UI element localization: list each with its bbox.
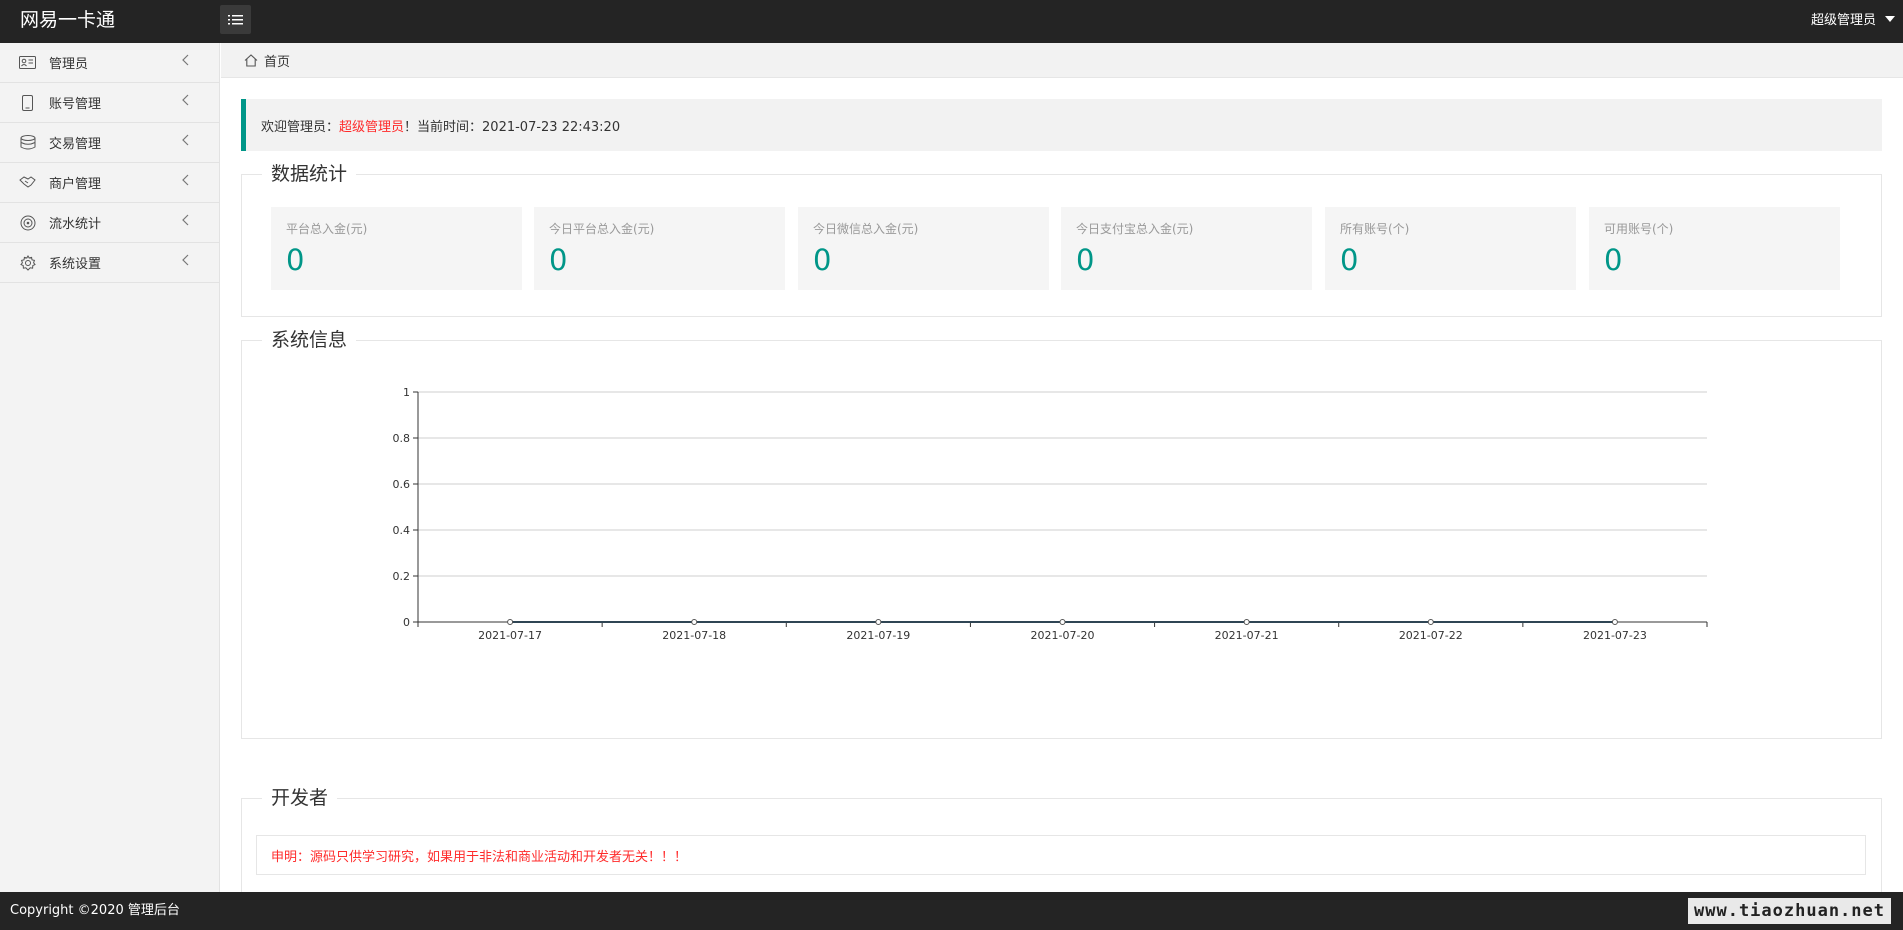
data-point — [1243, 619, 1250, 625]
watermark: www.tiaozhuan.net — [1688, 898, 1891, 924]
menu-toggle-button[interactable] — [220, 5, 251, 34]
stat-card-total-income: 平台总入金(元) 0 — [271, 207, 522, 290]
disclaimer-notice: 申明：源码只供学习研究，如果用于非法和商业活动和开发者无关！！！ — [256, 835, 1866, 875]
welcome-banner: 欢迎管理员： 超级管理员 ！当前时间：2021-07-23 22:43:20 — [241, 99, 1882, 151]
y-tick-label: 1 — [403, 386, 410, 399]
x-tick-label: 2021-07-21 — [1215, 629, 1279, 642]
x-tick-label: 2021-07-18 — [662, 629, 726, 642]
stat-value: 0 — [813, 243, 832, 277]
breadcrumb-home-link[interactable]: 首页 — [264, 51, 290, 70]
stat-value: 0 — [286, 243, 305, 277]
data-point — [1611, 619, 1618, 625]
x-tick-label: 2021-07-22 — [1399, 629, 1463, 642]
main-content: 首页 欢迎管理员： 超级管理员 ！当前时间：2021-07-23 22:43:2… — [221, 43, 1903, 892]
sidebar-item-admin[interactable]: 管理员 — [0, 43, 219, 83]
system-info-panel: 系统信息 0 0.2 0.4 0.6 0.8 1 2021-07-17 2021-07-18 2… — [241, 327, 1882, 739]
sidebar-item-merchants[interactable]: 商户管理 — [0, 163, 219, 203]
x-tick-label: 2021-07-20 — [1031, 629, 1095, 642]
breadcrumb: 首页 — [221, 43, 1903, 78]
stat-card-all-accounts: 所有账号(个) 0 — [1325, 207, 1576, 290]
id-card-icon — [19, 54, 36, 71]
sidebar-item-label: 账号管理 — [49, 97, 102, 112]
data-point — [1059, 619, 1066, 625]
copyright-text: Copyright ©2020 管理后台 — [10, 903, 180, 918]
caret-down-icon — [1885, 16, 1895, 22]
y-tick-label: 0 — [403, 616, 410, 629]
stat-value: 0 — [1076, 243, 1095, 277]
stat-label: 今日平台总入金(元) — [549, 222, 655, 236]
developer-legend: 开发者 — [262, 785, 338, 811]
stat-card-today-wechat: 今日微信总入金(元) 0 — [798, 207, 1049, 290]
stat-card-today-income: 今日平台总入金(元) 0 — [534, 207, 785, 290]
data-point — [691, 619, 698, 625]
y-tick-label: 0.4 — [393, 524, 411, 537]
target-icon — [19, 214, 36, 231]
user-menu[interactable]: 超级管理员 — [1811, 0, 1895, 40]
y-tick-label: 0.2 — [393, 570, 411, 583]
stat-card-today-alipay: 今日支付宝总入金(元) 0 — [1061, 207, 1312, 290]
chevron-left-icon — [182, 94, 189, 110]
sidebar-item-label: 交易管理 — [49, 137, 102, 152]
handshake-icon — [19, 174, 36, 191]
stat-label: 今日微信总入金(元) — [813, 222, 919, 236]
x-tick-label: 2021-07-23 — [1583, 629, 1647, 642]
stats-panel: 数据统计 平台总入金(元) 0 今日平台总入金(元) 0 今日微信总入金(元) … — [241, 161, 1882, 317]
welcome-time: ！当前时间：2021-07-23 22:43:20 — [404, 119, 621, 135]
chevron-left-icon — [182, 134, 189, 150]
gear-icon — [19, 254, 36, 271]
data-point — [507, 619, 514, 625]
chevron-left-icon — [182, 254, 189, 270]
sidebar-item-label: 管理员 — [49, 57, 89, 72]
y-tick-label: 0.6 — [393, 478, 411, 491]
stat-card-available-accounts: 可用账号(个) 0 — [1589, 207, 1840, 290]
sidebar-item-label: 流水统计 — [49, 217, 102, 232]
top-header: 网易一卡通 超级管理员 — [0, 0, 1903, 43]
welcome-user: 超级管理员 — [339, 119, 405, 135]
stat-label: 可用账号(个) — [1604, 222, 1674, 236]
sidebar-item-flow-stats[interactable]: 流水统计 — [0, 203, 219, 243]
x-tick-label: 2021-07-19 — [846, 629, 910, 642]
sidebar: 管理员 账号管理 交易管理 商户管理 流水统计 系统设置 — [0, 43, 220, 892]
stat-label: 今日支付宝总入金(元) — [1076, 222, 1194, 236]
user-name: 超级管理员 — [1810, 12, 1876, 28]
chevron-left-icon — [182, 214, 189, 230]
chevron-left-icon — [182, 174, 189, 190]
stat-value: 0 — [1340, 243, 1359, 277]
stat-value: 0 — [1604, 243, 1623, 277]
home-icon — [244, 53, 258, 67]
stats-legend: 数据统计 — [262, 161, 357, 187]
data-point — [875, 619, 882, 625]
phone-icon — [19, 94, 36, 111]
developer-panel: 开发者 申明：源码只供学习研究，如果用于非法和商业活动和开发者无关！！！ — [241, 785, 1882, 892]
footer: Copyright ©2020 管理后台 www.tiaozhuan.net — [0, 892, 1903, 930]
sidebar-item-accounts[interactable]: 账号管理 — [0, 83, 219, 123]
y-tick-label: 0.8 — [393, 432, 411, 445]
x-tick-label: 2021-07-17 — [478, 629, 542, 642]
data-point — [1427, 619, 1434, 625]
app-title[interactable]: 网易一卡通 — [20, 0, 115, 43]
sidebar-item-transactions[interactable]: 交易管理 — [0, 123, 219, 163]
sidebar-item-settings[interactable]: 系统设置 — [0, 243, 219, 283]
sidebar-item-label: 商户管理 — [49, 177, 102, 192]
welcome-prefix: 欢迎管理员： — [261, 119, 340, 135]
stat-label: 平台总入金(元) — [286, 222, 368, 236]
list-icon — [228, 14, 243, 24]
sidebar-item-label: 系统设置 — [49, 257, 102, 272]
database-icon — [19, 134, 36, 151]
stat-label: 所有账号(个) — [1340, 222, 1410, 236]
line-chart: 0 0.2 0.4 0.6 0.8 1 2021-07-17 2021-07-18 2021-0… — [393, 386, 1708, 642]
stat-value: 0 — [549, 243, 568, 277]
chevron-left-icon — [182, 54, 189, 70]
